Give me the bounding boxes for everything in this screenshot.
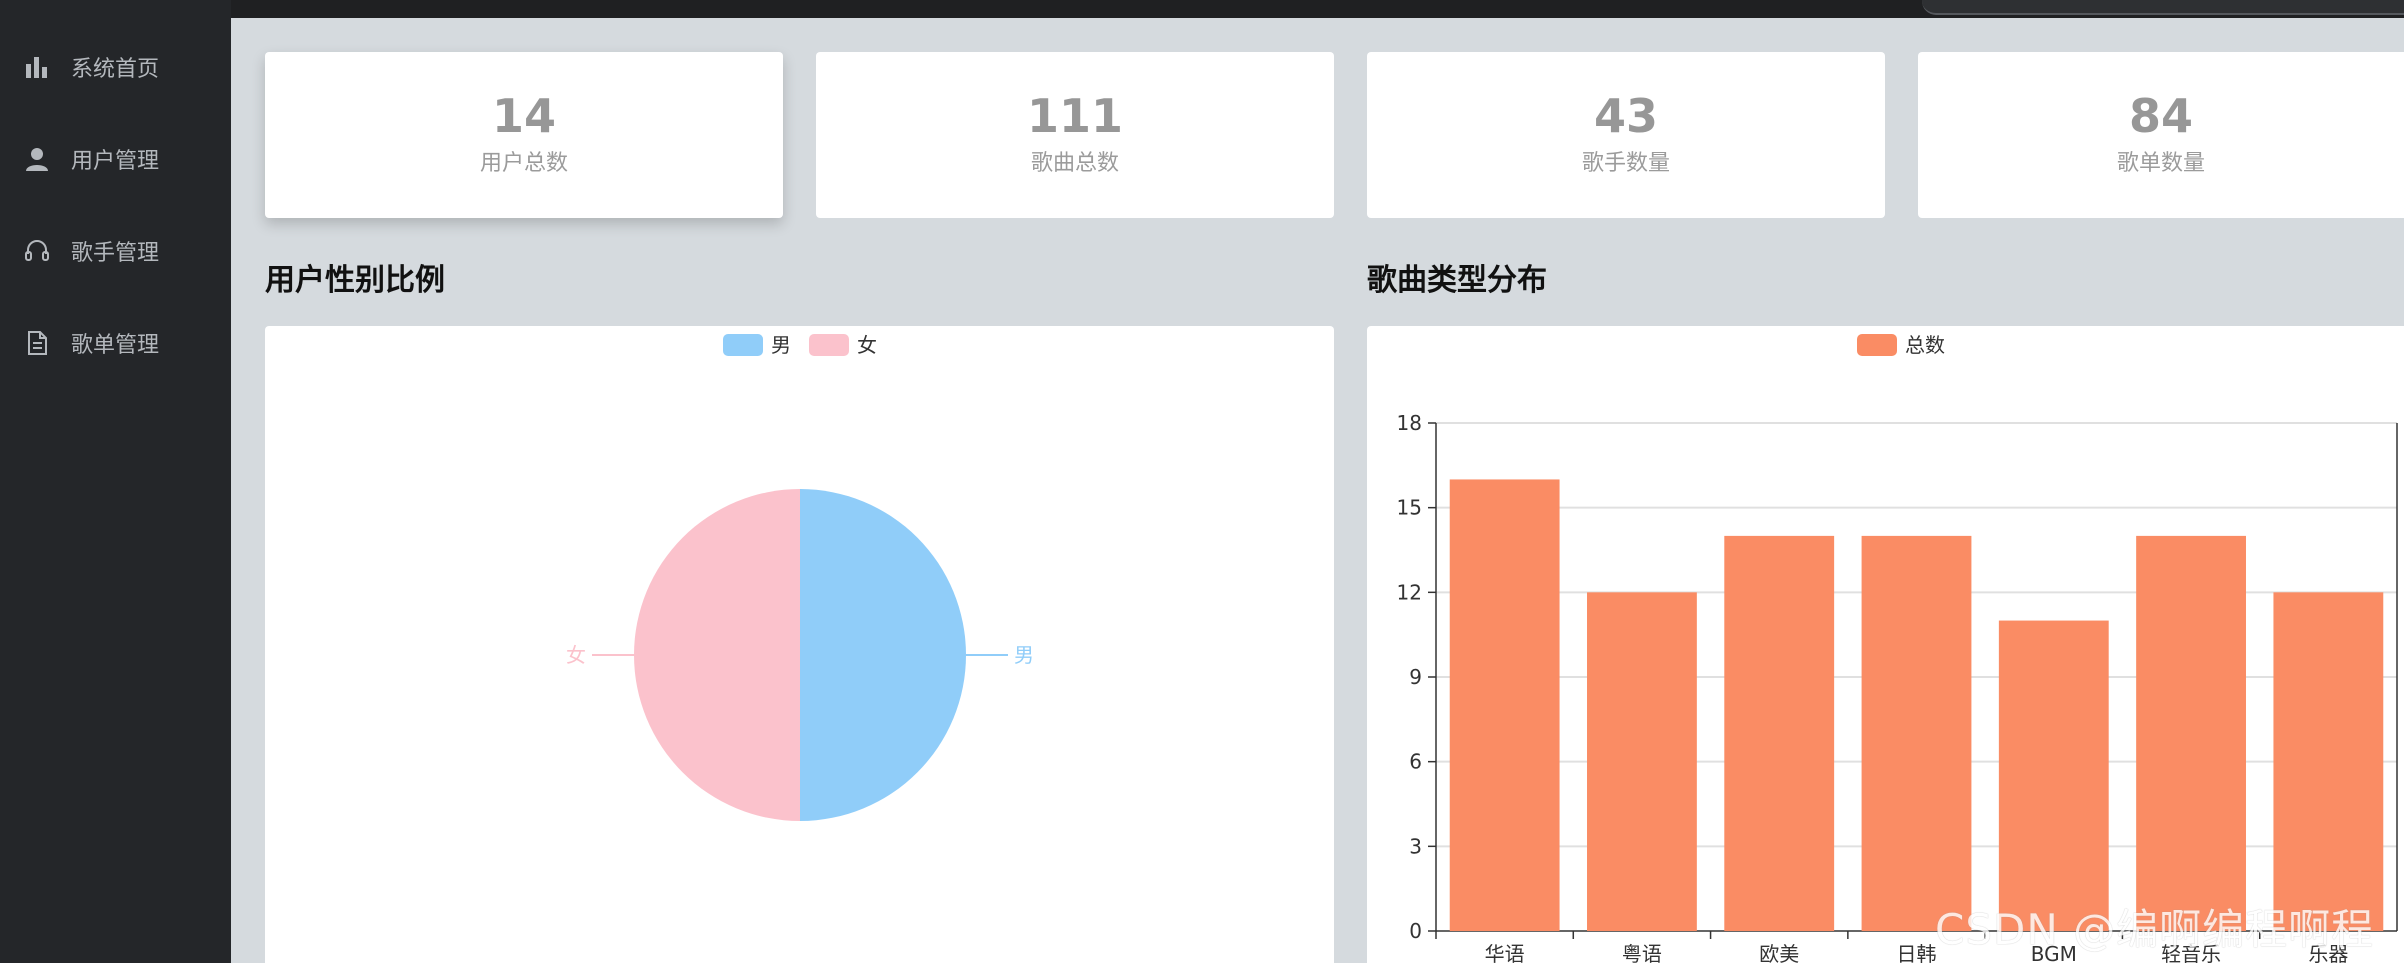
- y-tick-label: 0: [1409, 919, 1422, 943]
- legend-swatch: [723, 334, 763, 356]
- sidebar-item-playlists[interactable]: 歌单管理: [0, 318, 231, 368]
- stat-label: 歌曲总数: [1030, 151, 1119, 176]
- stat-label: 歌手数量: [1581, 151, 1670, 176]
- sidebar-item-home[interactable]: 系统首页: [0, 42, 231, 92]
- pie-label: 男: [1014, 643, 1034, 667]
- legend-label: 总数: [1905, 333, 1945, 357]
- pie-slice: [800, 489, 966, 821]
- bar: [1587, 592, 1697, 931]
- gender-chart-panel: 男女男女: [265, 326, 1334, 963]
- stat-label: 歌单数量: [2116, 151, 2205, 176]
- pie-legend: 男女: [723, 333, 877, 357]
- y-tick-label: 6: [1409, 750, 1422, 774]
- legend-label: 女: [857, 333, 877, 357]
- x-tick-label: 日韩: [1897, 942, 1937, 963]
- user-icon: [26, 148, 48, 171]
- x-tick-label: 粤语: [1622, 942, 1662, 963]
- stat-value: 111: [1026, 89, 1124, 143]
- sidebar-item-users[interactable]: 用户管理: [0, 134, 231, 184]
- pie-slice: [634, 489, 800, 821]
- bar-chart-icon: [26, 57, 47, 78]
- bar: [2273, 592, 2384, 931]
- stat-label: 用户总数: [479, 151, 568, 176]
- y-tick-label: 18: [1397, 411, 1422, 435]
- y-tick-label: 15: [1397, 496, 1422, 520]
- stat-value: 84: [2128, 89, 2193, 143]
- stat-card-users: 14 用户总数: [265, 52, 783, 218]
- top-bar: [0, 0, 2404, 18]
- legend-label: 男: [771, 333, 791, 357]
- sidebar-item-singers[interactable]: 歌手管理: [0, 226, 231, 276]
- bar: [1449, 479, 1560, 931]
- headset-icon: [25, 240, 49, 261]
- bar: [1724, 535, 1835, 931]
- top-bar-pill: [1922, 0, 2404, 15]
- bar: [1998, 620, 2109, 931]
- x-tick-label: 欧美: [1759, 942, 1799, 963]
- x-tick-label: 华语: [1485, 942, 1525, 963]
- sidebar: 系统首页 用户管理 歌手管理 歌单管理: [0, 0, 231, 963]
- y-tick-label: 12: [1397, 580, 1422, 604]
- genre-chart-panel: 总数 0 3 6 9 12 15 18 华语 粤语 欧美 日韩 BGM 轻音乐 乐器: [1367, 326, 2404, 963]
- y-tick-label: 3: [1409, 834, 1422, 858]
- stat-value: 14: [491, 89, 556, 143]
- sidebar-item-label: 歌手管理: [71, 241, 160, 266]
- stat-card-playlists: 84 歌单数量: [1918, 52, 2404, 218]
- genre-chart-title: 歌曲类型分布: [1367, 263, 1547, 298]
- stat-card-singers: 43 歌手数量: [1367, 52, 1885, 218]
- gender-chart-title: 用户性别比例: [265, 263, 445, 298]
- y-tick-label: 9: [1409, 665, 1422, 689]
- sidebar-item-label: 歌单管理: [71, 333, 160, 358]
- bar: [2136, 535, 2246, 931]
- gender-pie-chart: 男女男女: [566, 333, 1034, 821]
- stat-card-songs: 111 歌曲总数: [816, 52, 1334, 218]
- document-icon: [28, 331, 47, 355]
- legend-swatch: [1857, 334, 1897, 356]
- sidebar-item-label: 用户管理: [71, 149, 160, 174]
- stat-value: 43: [1593, 89, 1658, 143]
- bar: [1861, 535, 1972, 931]
- legend-swatch: [809, 334, 849, 356]
- sidebar-item-label: 系统首页: [71, 57, 160, 82]
- pie-label: 女: [566, 643, 586, 667]
- watermark: CSDN @编啊编程啊程: [1935, 905, 2375, 954]
- bar-legend: 总数: [1857, 333, 1945, 357]
- genre-bar-chart: 总数0369121518华语 粤语 欧美 日韩 BGM 轻音乐 乐器: [1397, 333, 2398, 963]
